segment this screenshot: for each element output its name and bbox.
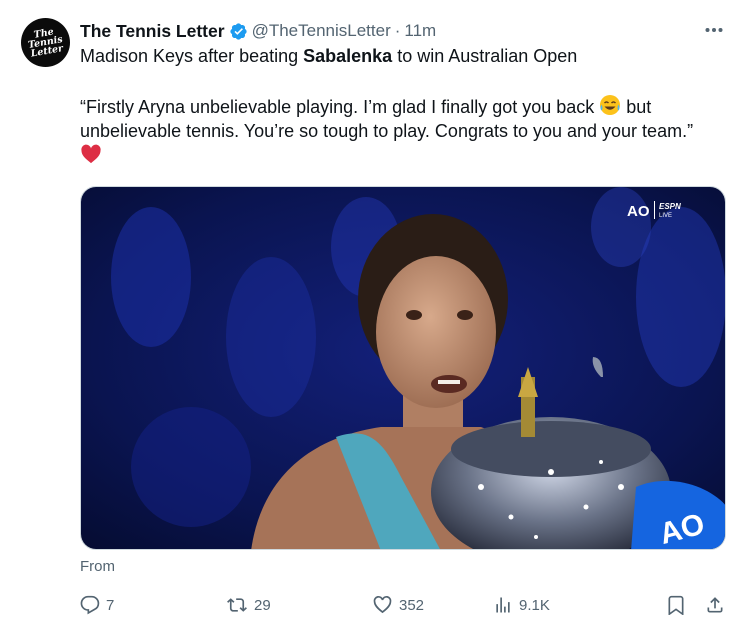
tweet-quote: “Firstly Aryna unbelievable playing. I’m… bbox=[80, 94, 720, 167]
reply-icon bbox=[80, 595, 100, 615]
repost-button[interactable]: 29 bbox=[226, 590, 271, 620]
svg-text:ESPN: ESPN bbox=[659, 202, 681, 211]
repost-icon bbox=[227, 598, 247, 612]
heart-icon bbox=[373, 596, 392, 614]
avatar[interactable]: The Tennis Letter bbox=[21, 18, 70, 67]
ellipsis-icon bbox=[705, 28, 723, 32]
reply-button[interactable]: 7 bbox=[80, 590, 114, 620]
bookmark-icon bbox=[668, 595, 684, 615]
views-chart-icon bbox=[496, 597, 510, 613]
timestamp[interactable]: 11m bbox=[404, 21, 436, 41]
avatar-logo: The Tennis Letter bbox=[27, 26, 65, 60]
share-button[interactable] bbox=[705, 590, 731, 620]
bookmark-button[interactable] bbox=[666, 590, 692, 620]
svg-text:AO: AO bbox=[627, 203, 650, 220]
video-frame: AO ESPN LIVE AO bbox=[81, 187, 725, 549]
face-with-tears-of-joy-icon bbox=[600, 95, 621, 115]
tweet-headline: Madison Keys after beating Sabalenka to … bbox=[80, 46, 578, 66]
tweet-text: Madison Keys after beating Sabalenka to … bbox=[80, 44, 720, 167]
tweet-header: The Tennis Letter @TheTennisLetter · 11m bbox=[80, 19, 436, 43]
reply-count: 7 bbox=[106, 596, 115, 614]
views-count: 9.1K bbox=[519, 596, 550, 614]
action-bar: 7 29 352 9.1K bbox=[80, 590, 728, 620]
separator-dot: · bbox=[394, 21, 401, 40]
tweet[interactable]: The Tennis Letter The Tennis Letter @The… bbox=[0, 0, 740, 625]
more-options-button[interactable] bbox=[704, 20, 724, 40]
handle[interactable]: @TheTennisLetter bbox=[252, 21, 391, 41]
tweet-media[interactable]: AO ESPN LIVE AO bbox=[80, 186, 726, 550]
from-label: From bbox=[80, 558, 115, 575]
svg-text:LIVE: LIVE bbox=[659, 213, 672, 219]
share-icon bbox=[707, 597, 723, 613]
red-heart-icon bbox=[81, 144, 101, 164]
like-button[interactable]: 352 bbox=[372, 590, 424, 620]
like-count: 352 bbox=[399, 596, 425, 614]
display-name[interactable]: The Tennis Letter bbox=[80, 21, 225, 42]
repost-count: 29 bbox=[254, 596, 271, 614]
verified-badge-icon bbox=[229, 22, 247, 40]
views-button[interactable]: 9.1K bbox=[493, 590, 550, 620]
